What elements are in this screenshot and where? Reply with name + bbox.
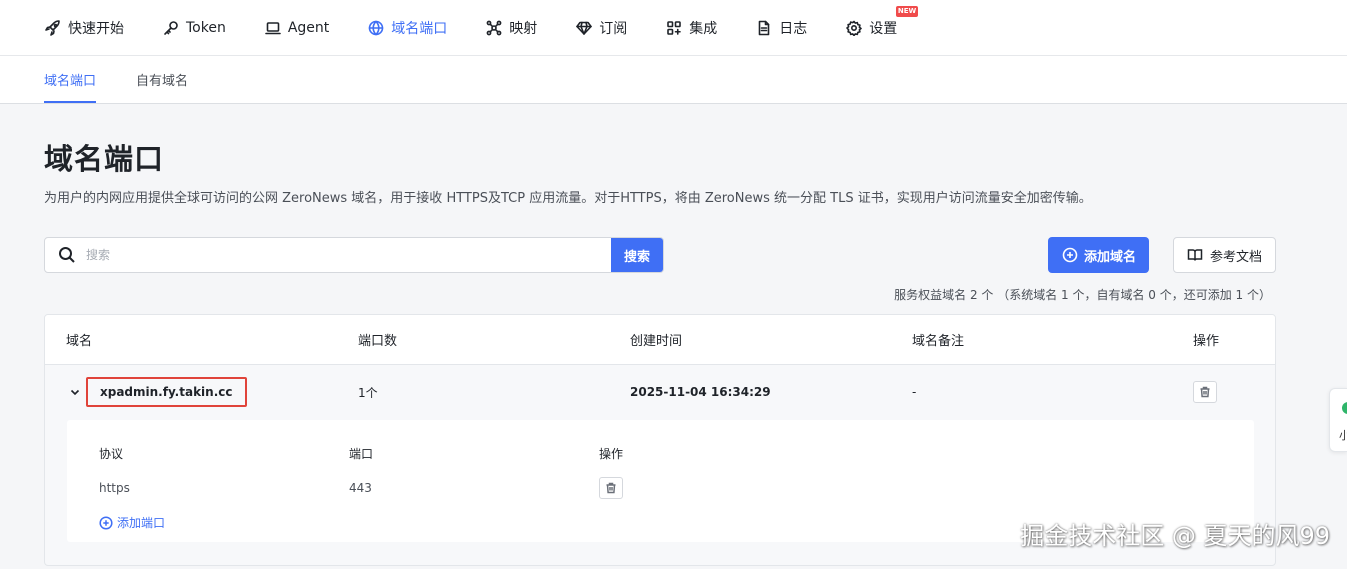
column-header: 端口 bbox=[349, 447, 374, 461]
tab-own-domain[interactable]: 自有域名 bbox=[136, 56, 188, 103]
nav-item-label: 映射 bbox=[509, 20, 538, 37]
created-at: 2025-11-04 16:34:29 bbox=[630, 385, 771, 399]
nav-item-label: Token bbox=[186, 19, 226, 36]
globe-icon bbox=[368, 20, 384, 35]
status-dot-icon bbox=[1342, 402, 1347, 414]
nav-item-integration[interactable]: 集成 bbox=[666, 18, 717, 38]
column-header: 域名备注 bbox=[912, 334, 965, 349]
main-content: 域名端口 为用户的内网应用提供全球可访问的公网 ZeroNews 域名，用于接收… bbox=[0, 136, 1347, 566]
page-title: 域名端口 bbox=[44, 142, 165, 176]
plus-circle-icon bbox=[1062, 247, 1078, 263]
add-domain-label: 添加域名 bbox=[1083, 249, 1136, 265]
gear-icon bbox=[846, 20, 863, 36]
delete-domain-button[interactable] bbox=[1193, 381, 1217, 403]
rocket-icon bbox=[45, 19, 60, 36]
delete-port-button[interactable] bbox=[599, 477, 623, 499]
diamond-icon bbox=[576, 21, 593, 35]
docs-button[interactable]: 参考文档 bbox=[1172, 237, 1276, 273]
nav-item-token[interactable]: Token bbox=[163, 20, 226, 36]
tab-domain-port[interactable]: 域名端口 bbox=[44, 56, 97, 103]
nav-item-quick-start[interactable]: 快速开始 bbox=[45, 18, 124, 38]
protocol: https bbox=[99, 481, 130, 495]
nav-item-label: 域名端口 bbox=[391, 20, 448, 37]
column-header: 协议 bbox=[99, 447, 124, 461]
new-badge: NEW bbox=[895, 5, 919, 17]
nav-item-subscription[interactable]: 订阅 bbox=[576, 18, 627, 38]
column-header: 操作 bbox=[599, 447, 624, 461]
port-count: 1个 bbox=[358, 385, 378, 400]
add-domain-button[interactable]: 添加域名 bbox=[1047, 237, 1149, 273]
nav-item-mapping[interactable]: 映射 bbox=[486, 18, 537, 38]
nav-item-label: 集成 bbox=[689, 20, 718, 37]
search-icon bbox=[59, 247, 75, 263]
column-header: 域名 bbox=[66, 334, 93, 349]
port: 443 bbox=[349, 481, 372, 495]
nav-item-agent[interactable]: Agent bbox=[265, 20, 329, 36]
widget-label: 小 bbox=[1339, 429, 1347, 442]
nav-item-label: 快速开始 bbox=[68, 20, 124, 37]
docs-label: 参考文档 bbox=[1209, 249, 1262, 265]
column-header: 操作 bbox=[1193, 334, 1220, 349]
key-icon bbox=[164, 20, 178, 35]
nav-item-label: Agent bbox=[287, 19, 330, 36]
trash-icon bbox=[1200, 386, 1210, 398]
network-icon bbox=[486, 20, 502, 35]
port-row: https 443 bbox=[99, 476, 1254, 500]
domain-remark: - bbox=[912, 385, 917, 399]
search-input[interactable] bbox=[86, 248, 611, 262]
table-row: xpadmin.fy.takin.cc 1个 2025-11-04 16:34:… bbox=[45, 365, 1275, 419]
column-header: 端口数 bbox=[358, 334, 398, 349]
plus-circle-icon bbox=[99, 515, 113, 530]
floating-help-widget[interactable]: 小 bbox=[1329, 388, 1347, 452]
nav-item-label: 日志 bbox=[779, 20, 808, 37]
nav-item-label: 订阅 bbox=[599, 20, 628, 37]
quota-text: 服务权益域名 2 个 （系统域名 1 个，自有域名 0 个，还可添加 1 个） bbox=[894, 288, 1271, 302]
search-button[interactable]: 搜索 bbox=[611, 238, 663, 272]
nav-item-label: 设置 bbox=[869, 20, 898, 37]
nav-item-logs[interactable]: 日志 bbox=[756, 18, 807, 38]
trash-icon bbox=[606, 482, 616, 494]
column-header: 创建时间 bbox=[630, 334, 683, 349]
top-nav: 快速开始 Token Agent 域名端口 映射 订阅 集成 日志 设置 NEW bbox=[0, 0, 1347, 56]
laptop-icon bbox=[265, 21, 281, 34]
search-box: 搜索 bbox=[44, 237, 664, 273]
sub-table-header: 协议 端口 操作 bbox=[99, 445, 1254, 462]
table-header: 域名 端口数 创建时间 域名备注 操作 bbox=[45, 315, 1275, 365]
nav-item-settings[interactable]: 设置 NEW bbox=[846, 5, 919, 38]
watermark: 掘金技术社区 @ 夏天的风99 bbox=[1020, 522, 1330, 550]
document-icon bbox=[758, 20, 770, 35]
page-description: 为用户的内网应用提供全球可访问的公网 ZeroNews 域名，用于接收 HTTP… bbox=[44, 191, 1092, 206]
add-port-label: 添加端口 bbox=[117, 516, 166, 530]
domain-name: xpadmin.fy.takin.cc bbox=[86, 377, 247, 407]
chevron-down-icon[interactable] bbox=[69, 386, 81, 398]
toolbar: 搜索 添加域名 参考文档 bbox=[44, 237, 1276, 273]
grid-plus-icon bbox=[667, 20, 682, 35]
nav-item-domain-port[interactable]: 域名端口 bbox=[368, 18, 447, 38]
sub-nav: 域名端口 自有域名 bbox=[0, 56, 1347, 104]
book-icon bbox=[1187, 249, 1203, 261]
